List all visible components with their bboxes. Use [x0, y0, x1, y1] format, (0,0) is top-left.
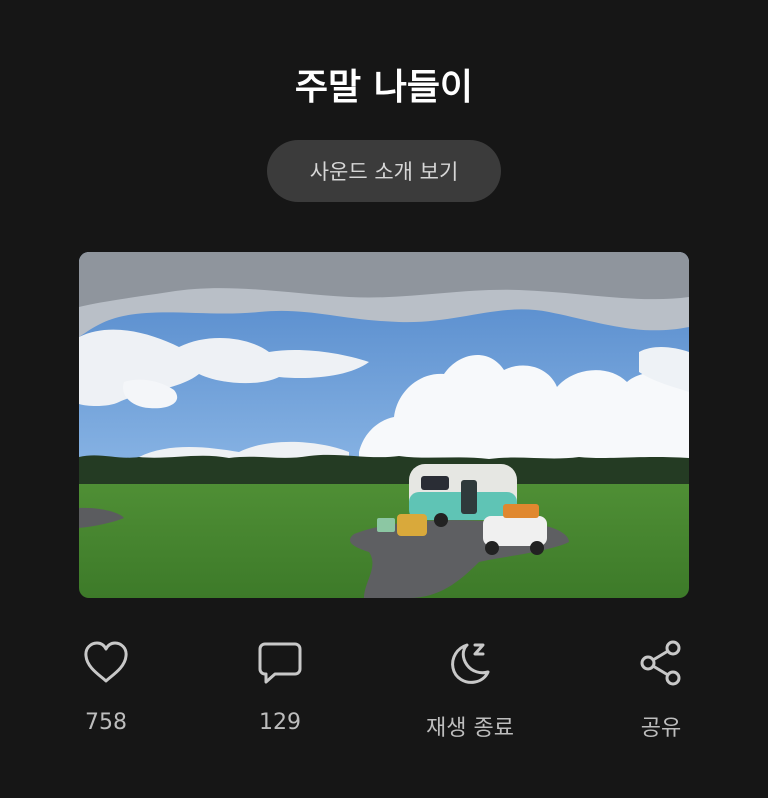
comment-count: 129: [259, 710, 301, 735]
heart-icon: [84, 641, 128, 683]
action-bar: 758 129 재생 종료 공유: [0, 638, 768, 748]
cover-image: [79, 252, 689, 598]
like-count: 758: [85, 710, 127, 735]
comment-icon: [258, 642, 302, 684]
share-label: 공유: [640, 716, 682, 741]
page-title: 주말 나들이: [294, 67, 474, 108]
sound-intro-button[interactable]: 사운드 소개 보기: [267, 140, 501, 202]
like-button[interactable]: 758: [46, 638, 166, 735]
moon-sleep-icon: [451, 643, 490, 684]
share-icon: [640, 640, 681, 686]
sleep-timer-button[interactable]: 재생 종료: [410, 638, 530, 742]
comment-button[interactable]: 129: [220, 638, 340, 735]
sleep-timer-label: 재생 종료: [426, 716, 514, 741]
share-button[interactable]: 공유: [601, 638, 721, 742]
